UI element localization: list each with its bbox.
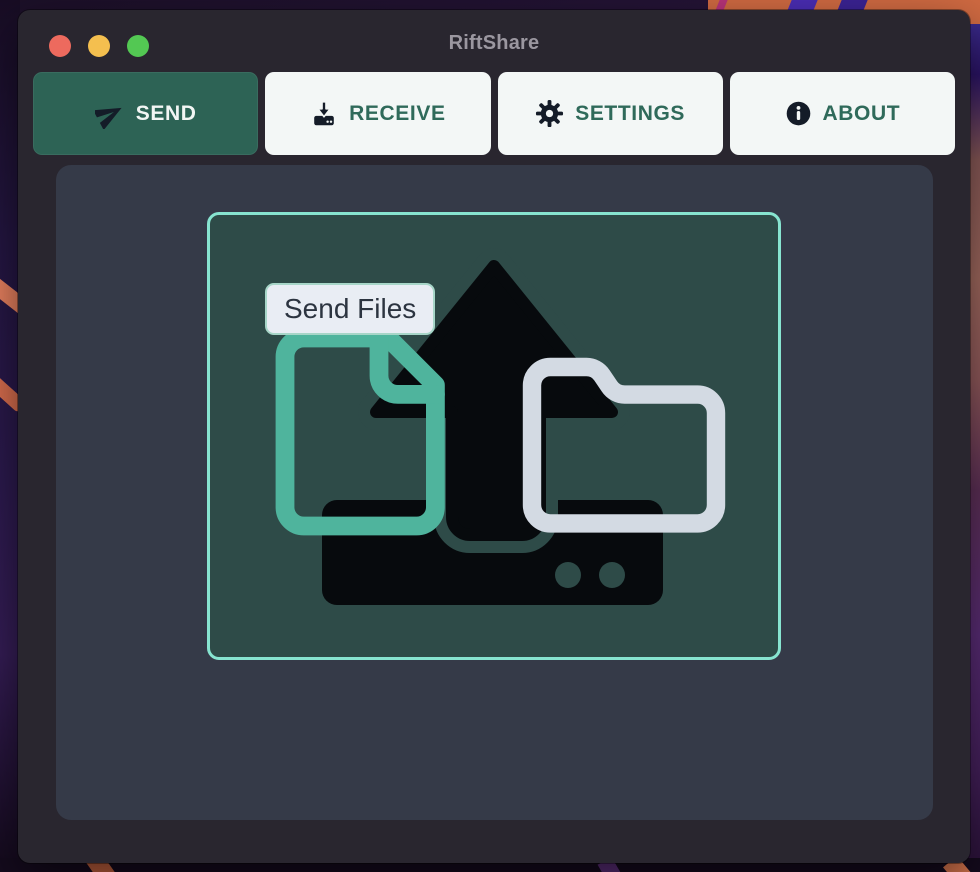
content-panel: Send Files: [56, 165, 933, 820]
tab-settings-label: SETTINGS: [575, 102, 685, 126]
info-icon: [785, 100, 812, 127]
download-icon: [310, 100, 338, 128]
gear-icon: [535, 99, 564, 128]
file-icon: [285, 338, 435, 526]
tab-receive[interactable]: RECEIVE: [265, 72, 490, 155]
tab-receive-label: RECEIVE: [349, 102, 445, 126]
titlebar: RiftShare: [18, 10, 970, 72]
file-drop-zone[interactable]: Send Files: [207, 212, 781, 660]
window-title: RiftShare: [18, 32, 970, 55]
send-files-button[interactable]: Send Files: [265, 283, 435, 335]
tab-send-label: SEND: [136, 102, 197, 126]
tab-about[interactable]: ABOUT: [730, 72, 955, 155]
tab-bar: SEND RECEIVE: [33, 72, 955, 155]
upload-illustration: [207, 212, 781, 660]
tab-send[interactable]: SEND: [33, 72, 258, 155]
tab-settings[interactable]: SETTINGS: [498, 72, 723, 155]
app-window: RiftShare SEND RECEIVE: [18, 10, 970, 863]
wallpaper-left-strip: [0, 0, 20, 872]
paper-plane-icon: [95, 99, 125, 129]
tab-about-label: ABOUT: [823, 102, 901, 126]
